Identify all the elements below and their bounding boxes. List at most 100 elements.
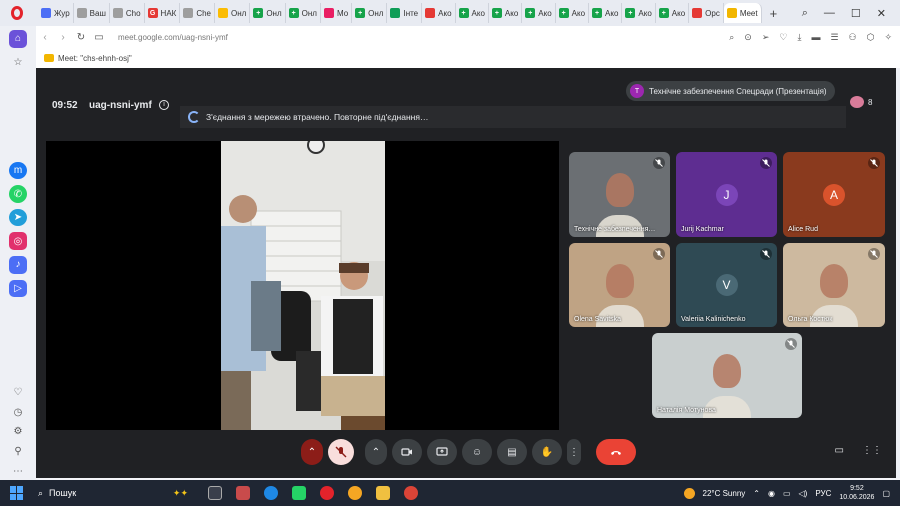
mic-off-button[interactable] — [328, 439, 354, 465]
snapshot-icon[interactable]: ⊙ — [744, 32, 752, 43]
download-icon[interactable]: ⤓ — [797, 32, 801, 43]
list-icon[interactable]: ☰ — [830, 32, 838, 43]
browser-tab[interactable]: Ако — [422, 3, 456, 23]
browser-tab[interactable]: Інте — [387, 3, 423, 23]
raise-hand-button[interactable]: ✋ — [532, 439, 562, 465]
minimize-button[interactable]: — — [824, 7, 835, 19]
participant-tile[interactable]: V Valeriia Kalinichenko — [676, 243, 777, 327]
url-field[interactable]: meet.google.com/uag-nsni-ymf — [118, 33, 228, 42]
captions-button[interactable]: ▤ — [497, 439, 527, 465]
opera-icon[interactable] — [320, 486, 334, 500]
language-indicator[interactable]: РУС — [815, 489, 831, 498]
tab-search-icon[interactable]: ⌕ — [802, 7, 808, 20]
aria-icon[interactable]: ▷ — [9, 279, 27, 298]
info-icon[interactable]: i — [159, 100, 169, 110]
browser-tab[interactable]: Meet — [723, 3, 762, 23]
settings-icon[interactable]: ⚙ — [9, 423, 27, 441]
presentation-video-image — [221, 141, 385, 430]
heart-icon[interactable]: ♡ — [779, 32, 787, 43]
send-icon[interactable]: ➢ — [762, 32, 770, 43]
new-tab-button[interactable]: + — [762, 6, 786, 21]
present-button[interactable] — [427, 439, 457, 465]
taskbar-search[interactable]: ⌕ Пошук ✦✦ — [38, 488, 188, 499]
clock[interactable]: 9:52 10.06.2026 — [839, 484, 874, 502]
pin-icon[interactable]: ⚲ — [9, 443, 27, 461]
player-icon[interactable]: ♪ — [9, 256, 27, 274]
home-icon[interactable]: ⌂ — [9, 30, 27, 48]
browser-tab[interactable]: Жур — [38, 3, 74, 23]
browser-tab[interactable]: Ваш — [74, 3, 110, 23]
heart-icon[interactable]: ♡ — [9, 384, 27, 402]
participant-tile[interactable]: A Alice Rud — [783, 152, 885, 237]
browser-tab[interactable]: + Онл — [286, 3, 321, 23]
presenting-chip[interactable]: T Технічне забезпечення Спецради (Презен… — [626, 81, 835, 101]
browser-tab[interactable]: + Ако — [556, 3, 590, 23]
volume-icon[interactable]: ◁) — [799, 489, 808, 498]
participant-tile[interactable]: Наталія Мотунова — [652, 333, 802, 418]
browser-tab[interactable]: G НАК — [145, 3, 181, 23]
camera-indicator-icon[interactable]: ▭ — [90, 32, 108, 43]
more-options-button[interactable]: ⋮ — [567, 439, 581, 465]
maximize-button[interactable]: ☐ — [851, 7, 861, 20]
browser-tab[interactable]: Cho — [110, 3, 145, 23]
file-explorer-icon[interactable] — [376, 486, 390, 500]
forward-button[interactable]: › — [54, 32, 72, 43]
participant-tile[interactable]: Ольга Костюк — [783, 243, 885, 327]
browser-tab[interactable]: Che — [180, 3, 216, 23]
browser-tab[interactable]: Opc — [689, 3, 724, 23]
close-button[interactable]: ✕ — [877, 7, 886, 20]
browser-tab[interactable]: Онл — [215, 3, 251, 23]
notifications-icon[interactable]: ▢ — [882, 489, 890, 498]
browser-tab[interactable]: + Ако — [589, 3, 623, 23]
browser-tab[interactable]: + Онл — [352, 3, 388, 23]
chat-icon[interactable]: ▭ — [835, 445, 844, 456]
participant-video — [713, 354, 741, 389]
yandex-icon[interactable] — [348, 486, 362, 500]
browser-tab[interactable]: + Ако — [656, 3, 690, 23]
browser-tab[interactable]: + Онл — [250, 3, 286, 23]
profile-icon[interactable]: ⚇ — [849, 32, 857, 43]
messenger-icon[interactable]: m — [9, 161, 27, 180]
back-button[interactable]: ‹ — [36, 32, 54, 43]
task-view-icon[interactable] — [208, 486, 222, 500]
start-button[interactable] — [10, 486, 24, 500]
edge-icon[interactable] — [264, 486, 278, 500]
telegram-icon[interactable]: ➤ — [9, 208, 27, 227]
video-options-button[interactable]: ⌃ — [365, 439, 387, 465]
bookmark-meet[interactable]: Meet: "chs-ehnh-osj" — [58, 54, 132, 63]
instagram-icon[interactable]: ◎ — [9, 232, 27, 251]
whatsapp-icon[interactable]: ✆ — [9, 185, 27, 203]
history-icon[interactable]: ◷ — [9, 403, 27, 421]
aria-ai-icon[interactable]: ✧ — [884, 32, 892, 43]
browser-tab[interactable]: Мо — [321, 3, 353, 23]
camera-button[interactable] — [392, 439, 422, 465]
leave-call-button[interactable] — [596, 439, 636, 465]
network-icon[interactable]: ▭ — [783, 489, 791, 498]
participant-tile[interactable]: J Jurij Kachmar — [676, 152, 777, 237]
record-icon[interactable]: ◉ — [768, 489, 775, 498]
star-icon[interactable]: ☆ — [9, 54, 27, 72]
vpn-icon[interactable]: ▬ — [811, 32, 820, 42]
emoji-button[interactable]: ☺ — [462, 439, 492, 465]
weather-label[interactable]: 22°C Sunny — [703, 489, 746, 498]
more-icon[interactable]: ⋯ — [9, 462, 27, 480]
chrome-icon[interactable] — [404, 486, 418, 500]
activities-icon[interactable]: ⋮⋮ — [862, 445, 882, 456]
people-button[interactable]: 8 — [850, 96, 872, 108]
reload-button[interactable]: ↻ — [72, 32, 90, 43]
participant-tile[interactable]: Olena Savitska — [569, 243, 670, 327]
browser-tab[interactable]: + Ако — [489, 3, 523, 23]
browser-tab[interactable]: + Ако — [522, 3, 556, 23]
participant-tile[interactable]: Технічне забезпечення… — [569, 152, 670, 237]
browser-tab[interactable]: + Ако — [456, 3, 489, 23]
app-icon[interactable] — [236, 486, 250, 500]
whatsapp-icon[interactable] — [292, 486, 306, 500]
browser-tab[interactable]: + Ако — [622, 3, 656, 23]
main-presentation[interactable] — [46, 141, 559, 430]
tab-favicon-icon: + — [253, 8, 264, 18]
search-icon[interactable]: ⌕ — [729, 32, 734, 43]
extension-icon[interactable]: ⬡ — [867, 32, 875, 43]
chevron-up-icon[interactable]: ⌃ — [753, 489, 760, 498]
opera-logo-icon[interactable] — [6, 2, 28, 24]
audio-options-button[interactable]: ⌃ — [301, 439, 323, 465]
